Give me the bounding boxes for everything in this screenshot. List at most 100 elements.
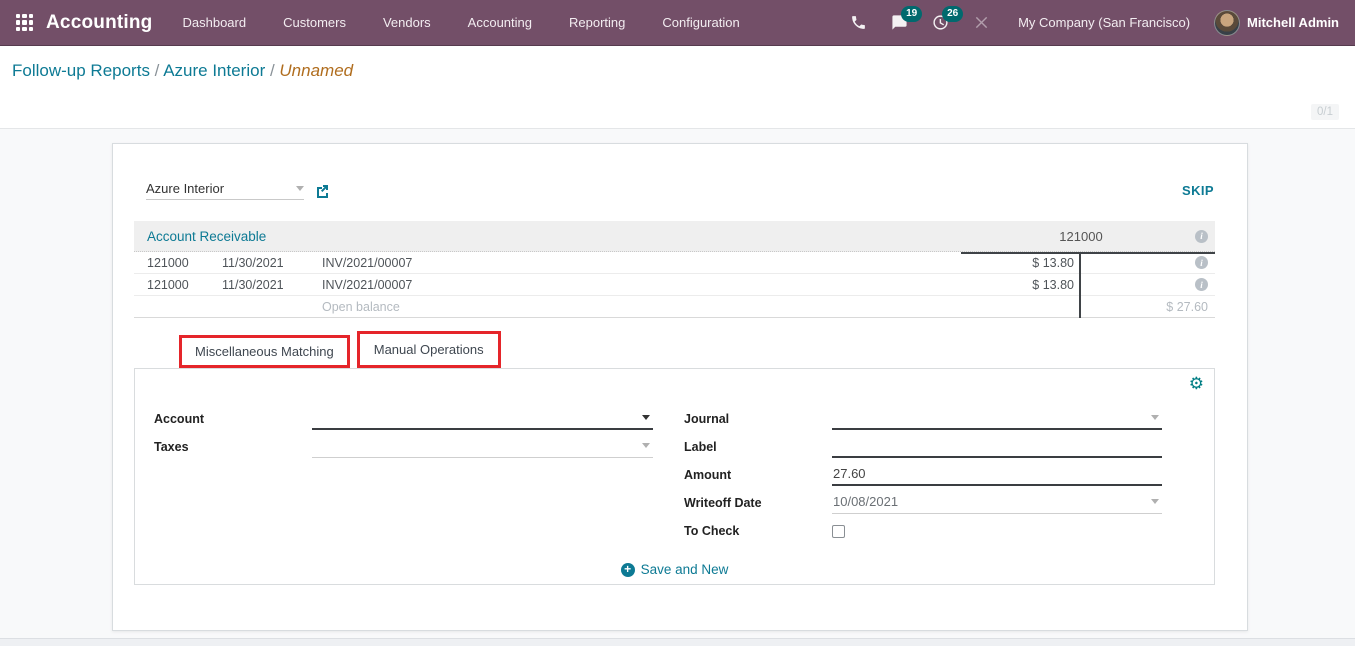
apps-menu-icon[interactable] [16,14,33,31]
t-account-divider-line [1079,252,1081,318]
tab-miscellaneous-matching[interactable]: Miscellaneous Matching [179,335,350,368]
writeoff-date-input[interactable] [833,494,1151,509]
taxes-label: Taxes [154,440,312,454]
label-input-wrap [832,436,1162,458]
save-and-new-button[interactable]: + Save and New [135,562,1214,577]
account-select[interactable] [312,408,653,430]
top-navbar: Accounting Dashboard Customers Vendors A… [0,0,1355,46]
journal-select[interactable] [832,408,1162,430]
user-menu[interactable]: Mitchell Admin [1214,10,1339,36]
partner-row: Azure Interior SKIP [113,144,1247,200]
amount-label: Amount [684,468,832,482]
menu-dashboard[interactable]: Dashboard [183,11,247,34]
plus-circle-icon: + [621,563,635,577]
amount-input[interactable] [833,466,1159,481]
line-label: INV/2021/00007 [322,256,961,270]
matching-tabs: Miscellaneous Matching Manual Operations [134,331,1215,368]
record-pager[interactable]: 0/1 [1311,104,1339,120]
user-avatar [1214,10,1240,36]
t-account-top-line [961,252,1215,254]
chevron-down-icon [1151,499,1159,504]
partner-value: Azure Interior [146,181,224,196]
form-left-column: Account Taxes [154,405,653,545]
bottom-strip [0,638,1355,646]
taxes-field-row: Taxes [154,433,653,461]
chevron-down-icon [642,443,650,448]
form-right-column: Journal Label Amount [684,405,1162,545]
activities-clock-icon[interactable]: 26 [932,14,949,31]
save-and-new-label: Save and New [641,562,729,577]
messages-icon[interactable]: 19 [891,14,908,31]
account-name-link[interactable]: Account Receivable [147,229,266,244]
to-check-checkbox[interactable] [832,525,845,538]
breadcrumb-followup-reports[interactable]: Follow-up Reports [12,61,150,80]
breadcrumb: Follow-up Reports / Azure Interior / Unn… [12,61,1355,81]
breadcrumb-separator: / [150,61,163,80]
activities-badge: 26 [942,6,963,22]
line-label: INV/2021/00007 [322,278,961,292]
chevron-down-icon [296,186,304,191]
to-check-label: To Check [684,524,832,538]
account-field-row: Account [154,405,653,433]
label-label: Label [684,440,832,454]
menu-configuration[interactable]: Configuration [662,11,739,34]
label-input[interactable] [833,438,1159,453]
writeoff-date-label: Writeoff Date [684,496,832,510]
breadcrumb-separator: / [265,61,279,80]
open-balance-amount: $ 27.60 [1081,300,1215,314]
taxes-select[interactable] [312,436,653,458]
navbar-systray: 19 26 My Company (San Francisco) Mitchel… [850,10,1339,36]
menu-customers[interactable]: Customers [283,11,346,34]
messages-badge: 19 [901,6,922,22]
debug-tools-icon[interactable] [973,14,990,31]
menu-accounting[interactable]: Accounting [468,11,532,34]
move-line-row[interactable]: 121000 11/30/2021 INV/2021/00007 $ 13.80… [134,252,1215,274]
journal-field-row: Journal [684,405,1162,433]
line-debit: $ 13.80 [961,256,1081,270]
to-check-field-row: To Check [684,517,1162,545]
reconciliation-card: Azure Interior SKIP Account Receivable 1… [112,143,1248,631]
info-icon[interactable]: i [1195,256,1208,269]
tab-manual-operations[interactable]: Manual Operations [357,331,501,368]
reconciliation-table: Account Receivable 121000 i 121000 11/30… [134,221,1215,318]
open-balance-label: Open balance [322,300,961,314]
breadcrumb-current: Unnamed [279,61,353,80]
gear-icon[interactable]: ⚙ [1189,375,1204,392]
info-icon[interactable]: i [1195,230,1208,243]
breadcrumb-azure-interior[interactable]: Azure Interior [163,61,265,80]
info-icon[interactable]: i [1195,278,1208,291]
control-panel: Follow-up Reports / Azure Interior / Unn… [0,46,1355,129]
open-balance-row: Open balance $ 27.60 [134,296,1215,318]
partner-field[interactable]: Azure Interior [146,181,304,200]
manual-operations-panel: ⚙ Account Taxes [134,368,1215,585]
journal-label: Journal [684,412,832,426]
writeoff-date-select[interactable] [832,492,1162,514]
external-link-icon[interactable] [315,184,329,198]
line-debit: $ 13.80 [961,278,1081,292]
amount-field-row: Amount [684,461,1162,489]
chevron-down-icon [642,415,650,420]
account-header-row: Account Receivable 121000 i [134,221,1215,252]
account-label: Account [154,412,312,426]
amount-input-wrap [832,464,1162,486]
move-lines: 121000 11/30/2021 INV/2021/00007 $ 13.80… [134,252,1215,318]
user-name: Mitchell Admin [1247,15,1339,30]
company-switcher[interactable]: My Company (San Francisco) [1018,15,1190,30]
writeoff-date-field-row: Writeoff Date [684,489,1162,517]
skip-button[interactable]: SKIP [1182,183,1214,198]
menu-reporting[interactable]: Reporting [569,11,625,34]
main-content: Azure Interior SKIP Account Receivable 1… [0,129,1355,646]
manual-operation-form: Account Taxes [135,369,1214,545]
move-line-row[interactable]: 121000 11/30/2021 INV/2021/00007 $ 13.80… [134,274,1215,296]
menu-vendors[interactable]: Vendors [383,11,431,34]
label-field-row: Label [684,433,1162,461]
chevron-down-icon [1151,415,1159,420]
line-account: 121000 [147,256,222,270]
phone-icon[interactable] [850,14,867,31]
app-title: Accounting [46,12,153,34]
main-menu: Dashboard Customers Vendors Accounting R… [183,11,740,34]
line-date: 11/30/2021 [222,256,322,270]
account-code: 121000 [1059,229,1102,244]
line-account: 121000 [147,278,222,292]
line-date: 11/30/2021 [222,278,322,292]
